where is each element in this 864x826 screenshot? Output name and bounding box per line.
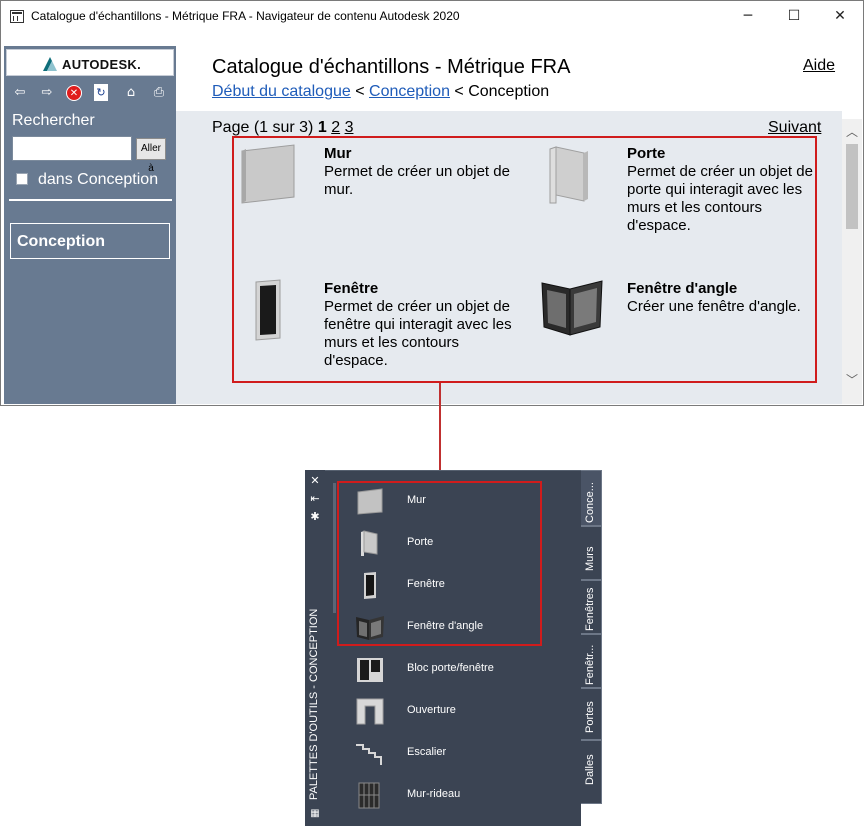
page-title: Catalogue d'échantillons - Métrique FRA	[212, 56, 571, 78]
search-go-button[interactable]: Aller à	[136, 138, 166, 174]
autodesk-logo-text: AUTODESK.	[62, 57, 142, 72]
home-icon[interactable]: ⌂	[122, 84, 140, 102]
palette-items-highlight	[337, 481, 542, 646]
palette-item-label: Bloc porte/fenêtre	[407, 662, 494, 674]
door-window-assembly-tool-icon	[357, 658, 383, 682]
breadcrumb-separator: <	[449, 83, 469, 100]
pagination-page-link[interactable]: 3	[345, 119, 354, 136]
curtain-wall-tool-icon	[358, 782, 380, 809]
scope-checkbox[interactable]	[16, 173, 28, 185]
next-page-link[interactable]: Suivant	[768, 119, 821, 137]
scrollbar-thumb[interactable]	[846, 144, 858, 229]
palette-vertical-title: PALETTES D'OUTILS - CONCEPTION	[308, 608, 320, 800]
stop-icon[interactable]: ✕	[66, 85, 82, 101]
palette-item-escalier[interactable]: Escalier	[355, 735, 565, 771]
content-scrollbar[interactable]: ︿ ﹀	[842, 119, 862, 404]
scroll-down-icon[interactable]: ﹀	[842, 371, 862, 387]
tab-fenetres[interactable]: Fenêtres	[581, 580, 602, 634]
palette-menu-icon[interactable]: ▦	[307, 808, 323, 819]
palette-close-icon[interactable]: ✕	[307, 474, 323, 487]
opening-tool-icon	[356, 698, 384, 725]
tab-label: Murs	[584, 546, 596, 571]
pagination-label: Page (1 sur 3)	[212, 119, 314, 136]
breadcrumb-separator: <	[350, 83, 370, 100]
pagination: Page (1 sur 3) 1 2 3	[212, 119, 353, 137]
sidebar-divider	[9, 199, 172, 201]
palette-scrollbar[interactable]	[333, 483, 336, 613]
autodesk-logo: AUTODESK.	[6, 49, 174, 76]
search-input[interactable]	[12, 136, 132, 161]
title-bar: Catalogue d'échantillons - Métrique FRA …	[1, 1, 863, 32]
breadcrumb-root-link[interactable]: Début du catalogue	[212, 83, 351, 100]
maximize-button[interactable]: ☐	[771, 1, 817, 32]
catalog-items-highlight	[232, 136, 817, 383]
back-arrow-icon[interactable]: ⇦	[11, 84, 29, 102]
app-icon	[10, 10, 24, 23]
tab-label: Dalles	[584, 754, 596, 785]
pagination-current: 1	[317, 119, 327, 136]
help-link[interactable]: Aide	[803, 57, 835, 75]
tab-label: Fenêtr...	[584, 644, 596, 685]
content-header: Catalogue d'échantillons - Métrique FRA …	[176, 46, 842, 111]
stair-tool-icon	[356, 744, 382, 765]
tab-label: Portes	[584, 701, 596, 733]
sidebar-item-label: Conception	[17, 233, 105, 250]
breadcrumb-conception-link[interactable]: Conception	[369, 83, 450, 100]
tab-dalles[interactable]: Dalles	[581, 740, 602, 804]
tab-label: Conce...	[584, 482, 596, 523]
tab-fenetres-angle[interactable]: Fenêtr...	[581, 634, 602, 688]
forward-arrow-icon[interactable]: ⇨	[38, 84, 56, 102]
palette-title-bar: ✕ ⇤ ✱ PALETTES D'OUTILS - CONCEPTION ▦	[305, 470, 325, 826]
tab-label: Fenêtres	[584, 587, 596, 631]
highlight-connector-line	[439, 383, 441, 481]
palette-item-label: Mur-rideau	[407, 788, 461, 800]
window-title: Catalogue d'échantillons - Métrique FRA …	[31, 9, 460, 23]
search-label: Rechercher	[12, 112, 95, 129]
sidebar: AUTODESK. ⇦ ⇨ ✕ ↻ ⌂ ⎙ Rechercher Aller à…	[4, 46, 176, 404]
breadcrumb: Début du catalogue < Conception < Concep…	[212, 83, 549, 101]
print-icon[interactable]: ⎙	[150, 84, 168, 102]
tab-murs[interactable]: Murs	[581, 526, 602, 580]
palette-item-mur-rideau[interactable]: Mur-rideau	[355, 777, 565, 813]
palette-item-ouverture[interactable]: Ouverture	[355, 693, 565, 729]
autodesk-logo-icon	[43, 57, 57, 71]
palette-item-bloc-porte-fenetre[interactable]: Bloc porte/fenêtre	[355, 651, 565, 687]
nav-toolbar: ⇦ ⇨ ✕ ↻ ⌂ ⎙	[4, 84, 176, 102]
pagination-page-link[interactable]: 2	[331, 119, 340, 136]
tab-portes[interactable]: Portes	[581, 688, 602, 740]
sidebar-item-conception[interactable]: Conception	[10, 223, 170, 259]
scope-checkbox-label: dans Conception	[38, 171, 159, 188]
minimize-button[interactable]: ─	[725, 1, 771, 32]
palette-tabs: Conce... Murs Fenêtres Fenêtr... Portes …	[581, 470, 602, 804]
breadcrumb-current: Conception	[468, 83, 550, 100]
scroll-up-icon[interactable]: ︿	[842, 123, 862, 139]
refresh-icon[interactable]: ↻	[94, 84, 108, 101]
palette-item-label: Ouverture	[407, 704, 456, 716]
palette-item-label: Escalier	[407, 746, 447, 758]
tab-conception[interactable]: Conce...	[581, 470, 602, 526]
close-button[interactable]: ✕	[817, 1, 863, 32]
